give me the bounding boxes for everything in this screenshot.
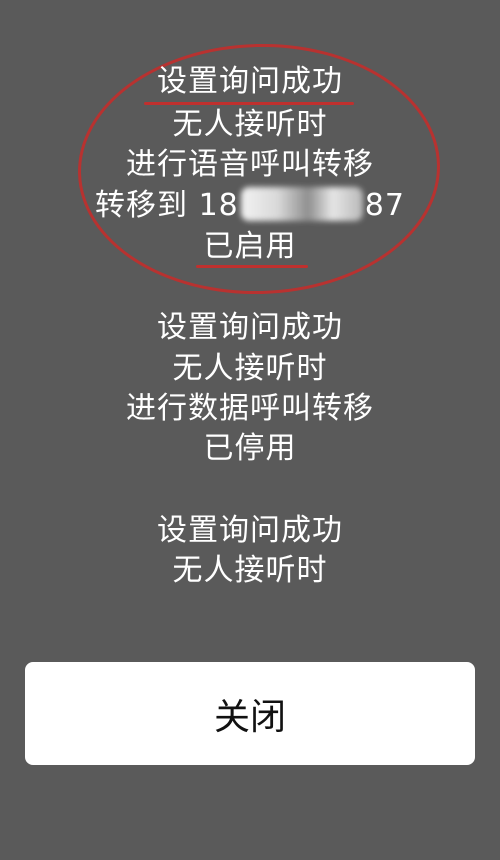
message-line: 设置询问成功 bbox=[157, 310, 343, 345]
forward-number-line: 转移到 18 87 bbox=[0, 186, 500, 226]
message-line: 无人接听时 bbox=[172, 107, 328, 142]
message-line: 设置询问成功 bbox=[157, 64, 343, 99]
close-button-label: 关闭 bbox=[213, 696, 286, 738]
forward-number-prefix: 转移到 18 bbox=[95, 188, 239, 223]
message-line: 设置询问成功 bbox=[157, 513, 343, 548]
message-line: 进行语音呼叫转移 bbox=[126, 147, 374, 182]
red-underline bbox=[196, 265, 308, 268]
status-disabled-line: 已停用 bbox=[203, 431, 297, 466]
status-enabled-line: 已启用 bbox=[203, 229, 297, 264]
message-line: 进行数据呼叫转移 bbox=[126, 391, 374, 426]
message-line: 无人接听时 bbox=[172, 351, 328, 386]
forward-number-suffix: 87 bbox=[364, 188, 405, 223]
message-line: 无人接听时 bbox=[172, 553, 328, 588]
redacted-phone-digits bbox=[240, 187, 363, 221]
close-button[interactable]: 关闭 bbox=[25, 662, 475, 765]
